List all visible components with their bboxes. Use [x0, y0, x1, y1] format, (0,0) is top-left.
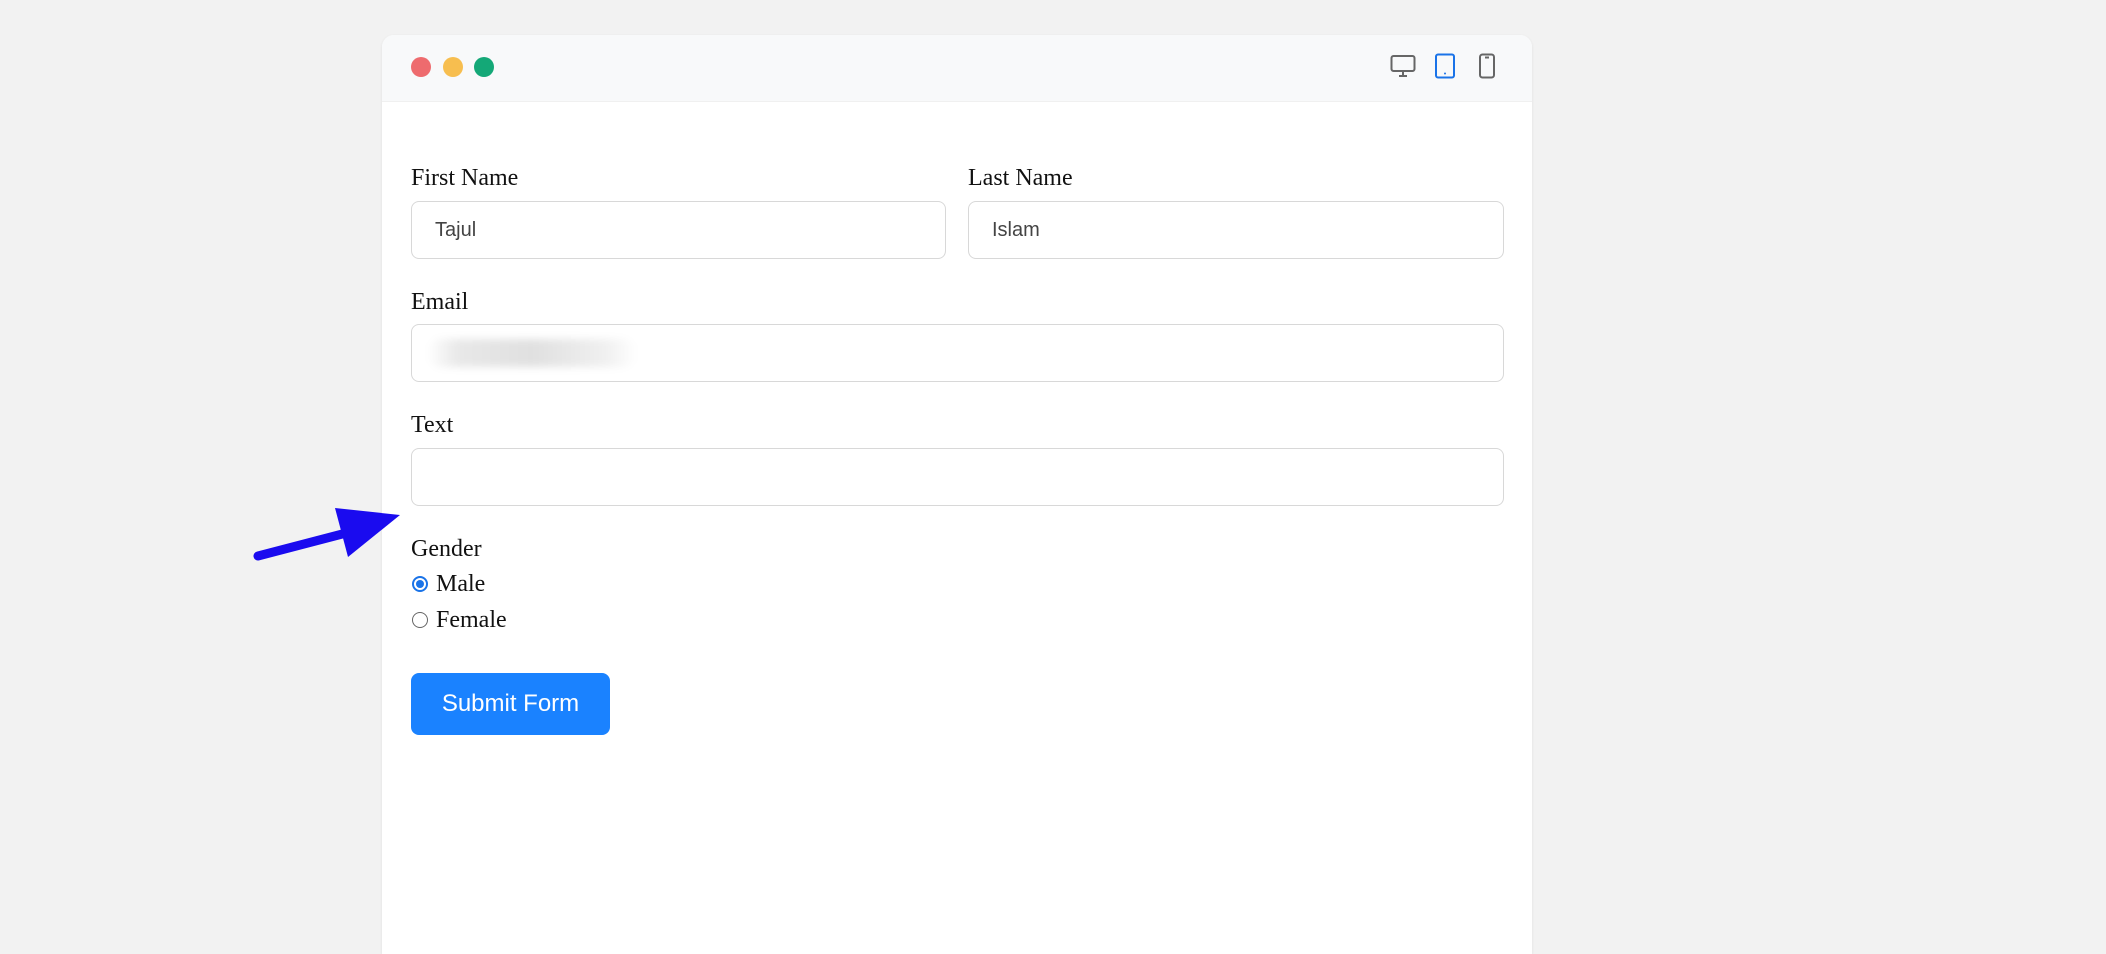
last-name-input[interactable]: Islam: [968, 201, 1504, 259]
first-name-label: First Name: [411, 165, 519, 191]
text-label: Text: [411, 412, 454, 438]
close-window-button[interactable]: [411, 57, 431, 77]
arrow-icon: [253, 508, 400, 561]
desktop-view-button[interactable]: [1388, 51, 1418, 81]
gender-label: Gender: [411, 536, 482, 562]
minimize-window-button[interactable]: [443, 57, 463, 77]
window-titlebar: [382, 35, 1532, 102]
tablet-view-button[interactable]: [1430, 51, 1460, 81]
email-label: Email: [411, 289, 469, 315]
last-name-label: Last Name: [968, 165, 1073, 191]
browser-window: First Name Tajul Last Name Islam Email T…: [382, 35, 1532, 954]
first-name-input[interactable]: Tajul: [411, 201, 946, 259]
female-radio[interactable]: [412, 612, 428, 628]
redacted-email-value: [427, 339, 637, 367]
mobile-view-button[interactable]: [1472, 51, 1502, 81]
mobile-icon: [1479, 53, 1495, 79]
tablet-icon: [1435, 53, 1455, 79]
maximize-window-button[interactable]: [474, 57, 494, 77]
female-label: Female: [436, 607, 507, 633]
device-preview-switcher: [1388, 51, 1502, 81]
gender-option-male[interactable]: Male: [412, 570, 485, 598]
email-input[interactable]: [411, 324, 1504, 382]
male-radio[interactable]: [412, 576, 428, 592]
submit-form-button[interactable]: Submit Form: [411, 673, 610, 735]
text-input[interactable]: [411, 448, 1504, 506]
gender-option-female[interactable]: Female: [412, 606, 507, 634]
male-label: Male: [436, 571, 486, 597]
desktop-icon: [1390, 55, 1416, 77]
